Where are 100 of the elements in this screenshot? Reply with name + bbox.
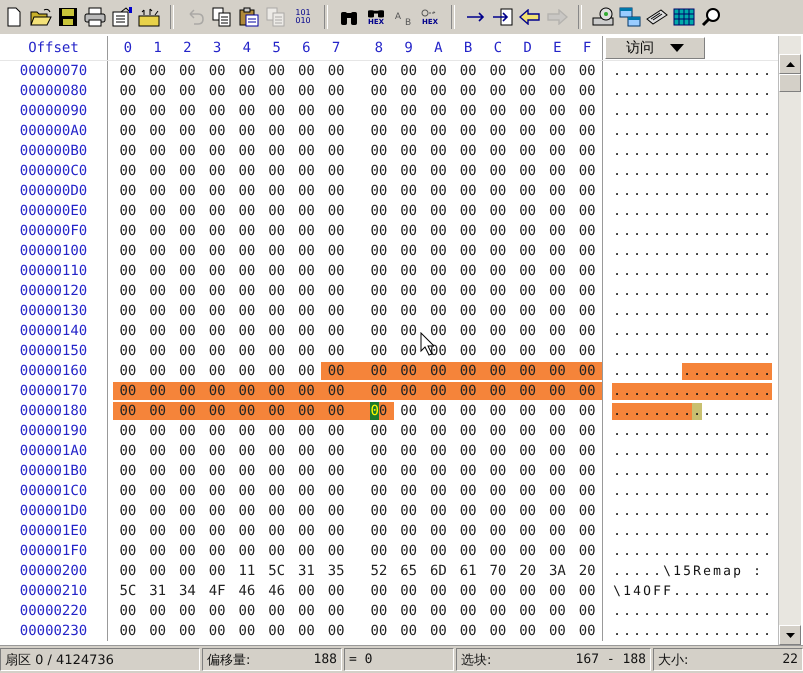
text-char: . — [612, 222, 622, 240]
text-char: . — [732, 342, 742, 360]
scroll-up-icon[interactable] — [786, 62, 794, 66]
text-char: . — [752, 422, 762, 440]
text-char: . — [712, 462, 722, 480]
text-char: . — [752, 602, 762, 620]
text-char: . — [762, 502, 772, 520]
text-char: . — [632, 222, 642, 240]
hex-byte: 00 — [428, 102, 448, 120]
hex-byte: 00 — [118, 362, 138, 380]
text-char: . — [732, 262, 742, 280]
text-char: . — [672, 62, 682, 80]
hex-byte: 00 — [326, 622, 346, 640]
text-char: 5 — [682, 562, 692, 580]
hex-byte: 00 — [488, 282, 508, 300]
replace-icon[interactable]: A B — [391, 4, 415, 30]
hex-byte: 00 — [512, 382, 542, 400]
hex-byte: 00 — [326, 122, 346, 140]
text-char: . — [692, 262, 702, 280]
text-char: . — [762, 422, 772, 440]
hex-byte: 00 — [399, 582, 418, 600]
text-char: . — [732, 202, 742, 220]
hex-byte: 00 — [237, 62, 256, 80]
text-char: . — [692, 522, 702, 540]
text-char: . — [742, 442, 752, 460]
text-char: . — [732, 582, 742, 600]
text-char: . — [762, 542, 772, 560]
hex-byte: 00 — [326, 142, 346, 160]
hex-byte: 00 — [296, 282, 316, 300]
hex-byte: 00 — [518, 602, 538, 620]
text-char: . — [692, 482, 702, 500]
status-field: 扇区 0 / 4124736 — [0, 648, 200, 671]
text-char: . — [682, 342, 692, 360]
binary-icon[interactable]: 101 010 — [291, 4, 315, 30]
hex-byte: 00 — [296, 342, 316, 360]
text-char: . — [692, 442, 702, 460]
hex-byte: 00 — [178, 142, 197, 160]
vertical-scrollbar[interactable] — [778, 36, 801, 645]
hex-byte: 00 — [296, 322, 316, 340]
text-char: . — [702, 162, 712, 180]
hex-byte: 00 — [548, 482, 567, 500]
hex-byte: 00 — [296, 302, 316, 320]
hex-byte: 00 — [321, 382, 351, 400]
hex-byte: 00 — [326, 482, 346, 500]
text-char: . — [682, 482, 692, 500]
text-char: . — [652, 102, 662, 120]
text-char: . — [622, 222, 632, 240]
text-char: . — [622, 422, 632, 440]
offset-cell: 000000C0 — [0, 161, 108, 181]
hex-byte: 00 — [428, 522, 448, 540]
text-char: . — [672, 202, 682, 220]
hex-byte: 00 — [488, 202, 508, 220]
hex-byte: 00 — [458, 542, 478, 560]
hex-byte: 00 — [458, 602, 478, 620]
hex-byte: 00 — [267, 622, 286, 640]
text-char: . — [652, 282, 662, 300]
hex-byte: 00 — [428, 442, 448, 460]
text-char: . — [672, 342, 682, 360]
text-char: . — [732, 182, 742, 200]
hex-byte: 00 — [578, 322, 597, 340]
text-char: . — [732, 302, 742, 320]
text-char: \ — [662, 562, 672, 580]
text-char: . — [612, 342, 622, 360]
hex-byte: 11 — [237, 562, 256, 580]
scroll-down-icon[interactable] — [786, 632, 794, 638]
hex-byte: 00 — [518, 482, 538, 500]
hex-byte: 00 — [351, 402, 394, 420]
text-char: . — [612, 482, 622, 500]
text-char: . — [612, 442, 622, 460]
hex-byte: 00 — [178, 182, 197, 200]
text-char: . — [682, 242, 692, 260]
text-char: . — [722, 162, 732, 180]
text-char: . — [662, 222, 672, 240]
text-char: . — [632, 182, 642, 200]
text-char: . — [692, 322, 702, 340]
text-char: . — [672, 402, 682, 420]
hex-byte: 00 — [578, 422, 597, 440]
hex-byte: 00 — [424, 382, 454, 400]
hex-byte: 00 — [578, 202, 597, 220]
hex-byte: 00 — [548, 162, 567, 180]
text-char: . — [732, 442, 742, 460]
text-char: . — [752, 122, 762, 140]
text-char: . — [752, 402, 762, 420]
hex-byte: 5C — [118, 582, 138, 600]
scroll-thumb[interactable] — [779, 74, 801, 92]
text-char: . — [692, 282, 702, 300]
hex-byte: 00 — [578, 182, 597, 200]
hex-byte: 00 — [237, 242, 256, 260]
hex-byte: 00 — [178, 242, 197, 260]
text-char: . — [732, 382, 742, 400]
hex-byte: 00 — [428, 422, 448, 440]
hex-byte: 00 — [148, 322, 168, 340]
view-dropdown[interactable]: 访问 — [605, 37, 705, 59]
text-char: . — [732, 542, 742, 560]
text-char: . — [632, 442, 642, 460]
hex-byte: 00 — [458, 622, 478, 640]
text-char: . — [672, 502, 682, 520]
hex-byte: 00 — [369, 442, 388, 460]
hex-byte: 00 — [232, 382, 262, 400]
text-char: . — [632, 562, 642, 580]
